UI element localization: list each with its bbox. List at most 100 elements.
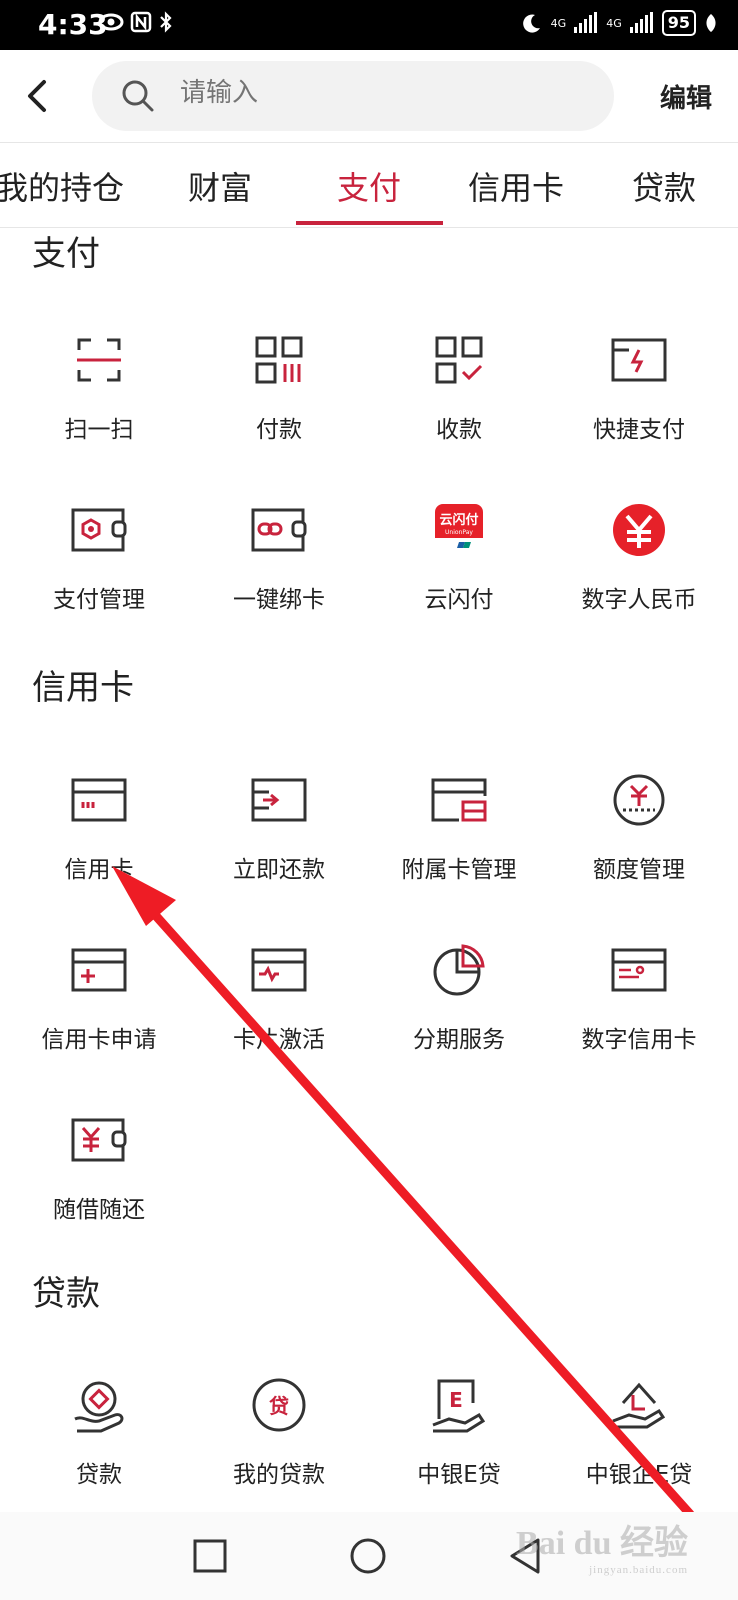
bluetooth-icon bbox=[160, 11, 172, 33]
borrow-repay-icon bbox=[71, 1118, 127, 1162]
grid-item-label: 随借随还 bbox=[53, 1197, 145, 1223]
grid-item-unionpay[interactable]: 云闪付 UnionPay 云闪付 bbox=[369, 500, 549, 650]
battery-indicator: 95 bbox=[661, 10, 696, 36]
tab-credit-card[interactable]: 信用卡 bbox=[468, 163, 564, 209]
payment-manage-icon bbox=[71, 508, 127, 552]
grid-item-label: 立即还款 bbox=[233, 857, 325, 883]
grid-item-my-loan[interactable]: 贷 我的贷款 bbox=[189, 1375, 369, 1525]
watermark-subtext: jingyan.baidu.com bbox=[589, 1564, 688, 1576]
grid-item-label: 信用卡 bbox=[64, 857, 134, 883]
pay-code-icon bbox=[255, 336, 303, 384]
card-apply-icon bbox=[71, 948, 127, 992]
repay-icon bbox=[251, 778, 307, 822]
grid-item-label: 附属卡管理 bbox=[401, 857, 517, 883]
grid-item-label: 分期服务 bbox=[413, 1027, 505, 1053]
my-loan-icon: 贷 bbox=[252, 1378, 306, 1432]
grid-item-credit-card[interactable]: 信用卡 bbox=[9, 770, 189, 920]
grid-item-label: 收款 bbox=[436, 417, 482, 443]
supplementary-card-icon bbox=[431, 778, 487, 822]
grid-item-installment[interactable]: 分期服务 bbox=[369, 940, 549, 1090]
enterprise-loan-icon bbox=[612, 1382, 666, 1429]
section-title-payment: 支付 bbox=[32, 234, 100, 274]
grid-item-label: 扫一扫 bbox=[64, 417, 134, 443]
card-activate-icon bbox=[251, 948, 307, 992]
watermark: Bai du 经验 jingyan.baidu.com bbox=[516, 1515, 688, 1576]
grid-item-scan[interactable]: 扫一扫 bbox=[9, 330, 189, 480]
back-icon[interactable] bbox=[18, 74, 62, 118]
grid-item-label: 一键绑卡 bbox=[233, 587, 325, 613]
quick-pay-icon bbox=[611, 338, 667, 382]
grid-item-repay[interactable]: 立即还款 bbox=[189, 770, 369, 920]
tab-wealth[interactable]: 财富 bbox=[188, 163, 252, 209]
moon-icon bbox=[522, 14, 540, 33]
grid-item-label: 支付管理 bbox=[53, 587, 145, 613]
receive-icon bbox=[435, 336, 483, 384]
grid-item-payment-manage[interactable]: 支付管理 bbox=[9, 500, 189, 650]
signal-icon-2 bbox=[629, 12, 653, 33]
nfc-icon bbox=[130, 11, 152, 33]
e-loan-icon: E bbox=[432, 1379, 486, 1433]
credit-card-icon bbox=[71, 778, 127, 822]
grid-item-pay[interactable]: 付款 bbox=[189, 330, 369, 480]
tab-loan[interactable]: 贷款 bbox=[632, 163, 696, 209]
edit-button[interactable]: 编辑 bbox=[660, 78, 712, 115]
grid-item-loan[interactable]: 贷款 bbox=[9, 1375, 189, 1525]
grid-item-label: 中银E贷 bbox=[417, 1462, 501, 1488]
header: 编辑 bbox=[0, 50, 738, 143]
grid-item-label: 额度管理 bbox=[593, 857, 685, 883]
digital-rmb-icon bbox=[613, 504, 665, 556]
status-bar: 4:33 4G 4G 95 bbox=[0, 0, 738, 50]
digital-card-icon bbox=[611, 948, 667, 992]
scan-icon bbox=[77, 338, 121, 382]
status-right: 4G 4G 95 bbox=[521, 10, 718, 36]
grid-item-label: 数字信用卡 bbox=[581, 1027, 697, 1053]
unionpay-icon-subtext: UnionPay bbox=[445, 529, 473, 536]
grid-item-bind-card[interactable]: 一键绑卡 bbox=[189, 500, 369, 650]
unionpay-icon-text: 云闪付 bbox=[439, 512, 478, 528]
grid-item-supplementary-card[interactable]: 附属卡管理 bbox=[369, 770, 549, 920]
system-nav-bar: Bai du 经验 jingyan.baidu.com bbox=[0, 1512, 738, 1600]
bind-card-icon bbox=[251, 508, 307, 552]
grid-item-limit-manage[interactable]: 额度管理 bbox=[549, 770, 729, 920]
watermark-text: Bai du 经验 bbox=[516, 1525, 688, 1562]
grid-item-e-loan[interactable]: E 中银E贷 bbox=[369, 1375, 549, 1525]
active-tab-indicator bbox=[296, 221, 443, 225]
network-label-1: 4G bbox=[550, 16, 567, 30]
grid-item-label: 数字人民币 bbox=[581, 587, 697, 613]
grid-item-digital-card[interactable]: 数字信用卡 bbox=[549, 940, 729, 1090]
grid-item-label: 快捷支付 bbox=[593, 417, 685, 443]
grid-item-enterprise-loan[interactable]: 中银企E贷 bbox=[549, 1375, 729, 1525]
my-loan-icon-text: 贷 bbox=[269, 1394, 289, 1418]
category-tabs: 我的持仓 财富 支付 信用卡 贷款 bbox=[0, 143, 738, 228]
grid-item-digital-rmb[interactable]: 数字人民币 bbox=[549, 500, 729, 650]
grid-item-label: 云闪付 bbox=[424, 587, 494, 613]
section-title-loan: 贷款 bbox=[32, 1274, 100, 1314]
grid-item-receive[interactable]: 收款 bbox=[369, 330, 549, 480]
grid-item-quick-pay[interactable]: 快捷支付 bbox=[549, 330, 729, 480]
grid-item-label: 我的贷款 bbox=[233, 1462, 325, 1488]
grid-item-label: 信用卡申请 bbox=[41, 1027, 157, 1053]
recent-apps-icon[interactable] bbox=[186, 1532, 234, 1580]
grid-item-borrow-repay[interactable]: 随借随还 bbox=[9, 1110, 189, 1260]
search-input[interactable] bbox=[178, 77, 582, 109]
limit-manage-icon bbox=[613, 774, 665, 826]
tab-payment[interactable]: 支付 bbox=[337, 163, 401, 209]
grid-item-label: 贷款 bbox=[76, 1462, 122, 1488]
leaf-icon bbox=[706, 14, 716, 32]
grid-item-label: 中银企E贷 bbox=[585, 1462, 693, 1488]
search-box[interactable] bbox=[92, 61, 614, 131]
signal-icon bbox=[574, 12, 598, 33]
e-loan-icon-text: E bbox=[449, 1388, 463, 1412]
search-icon bbox=[122, 80, 154, 112]
tab-holdings[interactable]: 我的持仓 bbox=[0, 163, 124, 209]
section-title-credit-card: 信用卡 bbox=[32, 668, 134, 708]
grid-item-label: 卡片激活 bbox=[233, 1027, 325, 1053]
home-icon[interactable] bbox=[344, 1532, 392, 1580]
installment-icon bbox=[433, 944, 485, 996]
grid-item-card-activate[interactable]: 卡片激活 bbox=[189, 940, 369, 1090]
grid-item-card-apply[interactable]: 信用卡申请 bbox=[9, 940, 189, 1090]
network-label-2: 4G bbox=[606, 16, 622, 30]
grid-item-label: 付款 bbox=[256, 417, 302, 443]
loan-icon bbox=[74, 1381, 124, 1433]
status-left-icons bbox=[98, 10, 174, 34]
